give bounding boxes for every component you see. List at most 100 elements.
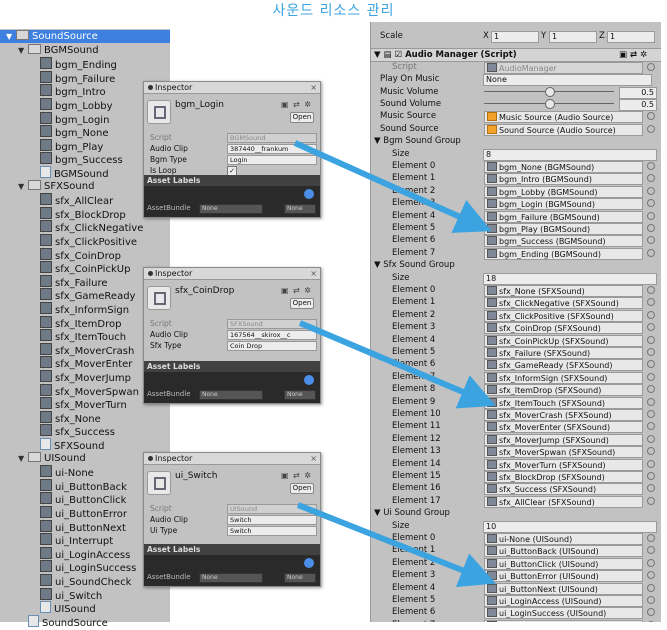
asset-labels-header[interactable]: Asset Labels: [144, 361, 320, 372]
object-picker-icon[interactable]: [647, 298, 655, 306]
sound-volume-field[interactable]: 0.5: [619, 99, 657, 111]
inspector-tab[interactable]: Inspector×: [144, 82, 320, 94]
object-picker-icon[interactable]: [647, 125, 655, 133]
object-picker-icon[interactable]: [647, 472, 655, 480]
property-value-field[interactable]: Coin Drop: [227, 341, 317, 351]
object-field[interactable]: sfx_Success (SFXSound): [484, 483, 643, 495]
inspector-tab[interactable]: Inspector×: [144, 268, 320, 280]
object-field[interactable]: sfx_None (SFXSound): [484, 285, 643, 297]
object-field[interactable]: sfx_ClickPositive (SFXSound): [484, 310, 643, 322]
group-size-field[interactable]: 18: [483, 273, 657, 285]
asset-labels-header[interactable]: Asset Labels: [144, 175, 320, 186]
object-field[interactable]: sfx_MoverTurn (SFXSound): [484, 459, 643, 471]
property-value-field[interactable]: Login: [227, 155, 317, 165]
object-picker-icon[interactable]: [647, 336, 655, 344]
component-title[interactable]: ▼ ▤ ☑ Audio Manager (Script): [374, 49, 517, 61]
asset-variant-dropdown[interactable]: None: [284, 573, 316, 583]
tree-item-sfx-none[interactable]: sfx_None: [0, 411, 170, 424]
property-value-field[interactable]: Switch: [227, 526, 317, 536]
object-picker-icon[interactable]: [647, 199, 655, 207]
object-picker-icon[interactable]: [647, 571, 655, 579]
object-picker-icon[interactable]: [647, 348, 655, 356]
label-tag-icon[interactable]: [304, 558, 314, 568]
object-picker-icon[interactable]: [647, 410, 655, 418]
object-field[interactable]: bgm_Ending (BGMSound): [484, 248, 643, 260]
object-field[interactable]: sfx_ItemDrop (SFXSound): [484, 384, 643, 396]
tree-item-uisound[interactable]: UISound: [0, 601, 170, 614]
object-picker-icon[interactable]: [647, 63, 655, 71]
object-picker-icon[interactable]: [647, 187, 655, 195]
tree-item-soundsource[interactable]: ▼SoundSource: [0, 30, 170, 43]
tree-item-sfxsound[interactable]: SFXSound: [0, 438, 170, 451]
object-picker-icon[interactable]: [647, 162, 655, 170]
tree-item-sfx-clickpositive[interactable]: sfx_ClickPositive: [0, 234, 170, 247]
object-field[interactable]: ui_ButtonNext (UISound): [484, 583, 643, 595]
object-picker-icon[interactable]: [647, 596, 655, 604]
object-field[interactable]: sfx_Failure (SFXSound): [484, 347, 643, 359]
scale-z-field[interactable]: 1: [607, 31, 655, 43]
tree-item-soundsource[interactable]: SoundSource: [0, 615, 170, 628]
expand-arrow-icon[interactable]: ▼: [18, 452, 28, 465]
object-field[interactable]: ui_ButtonError (UISound): [484, 570, 643, 582]
property-value-field[interactable]: Switch: [227, 515, 317, 525]
object-field[interactable]: ui_LoginSuccess (UISound): [484, 607, 643, 619]
object-picker-icon[interactable]: [647, 236, 655, 244]
asset-variant-dropdown[interactable]: None: [284, 390, 316, 400]
object-picker-icon[interactable]: [647, 385, 655, 393]
property-value-field[interactable]: BGMSound: [227, 133, 317, 143]
tree-item-ui-switch[interactable]: ui_Switch: [0, 588, 170, 601]
object-field[interactable]: ui-None (UISound): [484, 533, 643, 545]
music-volume-slider[interactable]: [484, 91, 614, 92]
object-field[interactable]: sfx_BlockDrop (SFXSound): [484, 471, 643, 483]
label-tag-icon[interactable]: [304, 375, 314, 385]
tree-item-sfx-coindrop[interactable]: sfx_CoinDrop: [0, 248, 170, 261]
object-picker-icon[interactable]: [647, 497, 655, 505]
music-volume-field[interactable]: 0.5: [619, 87, 657, 99]
object-field[interactable]: ui_LoginAccess (UISound): [484, 595, 643, 607]
object-field[interactable]: sfx_MoverCrash (SFXSound): [484, 409, 643, 421]
object-field[interactable]: ui_ButtonClick (UISound): [484, 558, 643, 570]
object-field[interactable]: sfx_GameReady (SFXSound): [484, 359, 643, 371]
asset-bundle-dropdown[interactable]: None: [199, 390, 263, 400]
tree-item-sfx-success[interactable]: sfx_Success: [0, 424, 170, 437]
object-field[interactable]: AudioManager: [484, 62, 643, 74]
object-field[interactable]: bgm_None (BGMSound): [484, 161, 643, 173]
object-field[interactable]: sfx_CoinPickUp (SFXSound): [484, 335, 643, 347]
object-picker-icon[interactable]: [647, 484, 655, 492]
object-picker-icon[interactable]: [647, 373, 655, 381]
object-field[interactable]: bgm_Login (BGMSound): [484, 198, 643, 210]
asset-labels-header[interactable]: Asset Labels: [144, 544, 320, 555]
scale-y-field[interactable]: 1: [549, 31, 597, 43]
enabled-checkbox[interactable]: ☑: [395, 50, 403, 60]
group-foldout[interactable]: ▼ Sfx Sound Group: [374, 259, 455, 271]
settings-icon[interactable]: ▣ ⇄ ✲: [281, 286, 312, 295]
object-field[interactable]: sfx_CoinDrop (SFXSound): [484, 322, 643, 334]
object-picker-icon[interactable]: [647, 286, 655, 294]
property-value-field[interactable]: 167564__skirox__c: [227, 330, 317, 340]
music-volume-slider-handle[interactable]: [545, 87, 555, 97]
object-picker-icon[interactable]: [647, 447, 655, 455]
expand-arrow-icon[interactable]: ▼: [18, 180, 28, 193]
label-tag-icon[interactable]: [304, 189, 314, 199]
sound-volume-slider-handle[interactable]: [545, 99, 555, 109]
object-field[interactable]: sfx_MoverJump (SFXSound): [484, 434, 643, 446]
settings-icon[interactable]: ▣ ⇄ ✲: [281, 471, 312, 480]
group-foldout[interactable]: ▼ Bgm Sound Group: [374, 135, 461, 147]
settings-icon[interactable]: ▣ ⇄ ✲: [281, 100, 312, 109]
object-field[interactable]: sfx_ClickNegative (SFXSound): [484, 297, 643, 309]
asset-variant-dropdown[interactable]: None: [284, 204, 316, 214]
object-picker-icon[interactable]: [647, 224, 655, 232]
asset-bundle-dropdown[interactable]: None: [199, 573, 263, 583]
group-size-field[interactable]: 8: [483, 149, 657, 161]
object-picker-icon[interactable]: [647, 584, 655, 592]
close-icon[interactable]: ×: [310, 268, 317, 279]
object-field[interactable]: bgm_Lobby (BGMSound): [484, 186, 643, 198]
group-size-field[interactable]: 10: [483, 521, 657, 533]
object-picker-icon[interactable]: [647, 534, 655, 542]
property-value-field[interactable]: SFXSound: [227, 319, 317, 329]
sound-volume-slider[interactable]: [484, 103, 614, 104]
inspector-tab[interactable]: Inspector×: [144, 453, 320, 465]
object-picker-icon[interactable]: [647, 422, 655, 430]
component-settings-icon[interactable]: ▣ ⇄ ✲: [619, 49, 647, 61]
object-field[interactable]: sfx_ItemTouch (SFXSound): [484, 397, 643, 409]
